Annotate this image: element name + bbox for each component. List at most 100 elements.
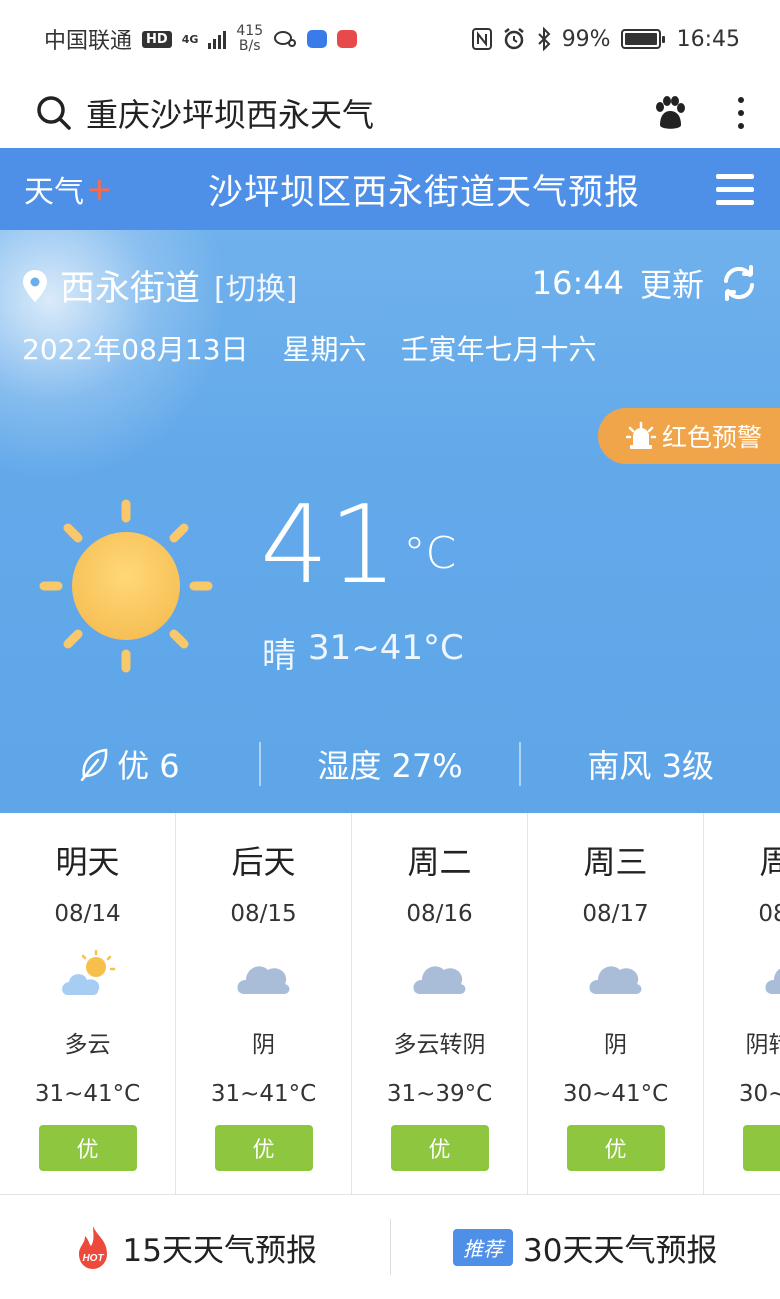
forecast-list[interactable]: 明天 08/14 多云 31~41°C 优 后天 08/15 阴 31~41°C… (0, 813, 780, 1194)
clock: 16:45 (676, 26, 740, 52)
status-left: 中国联通 HD 4G 415 B/s (44, 23, 358, 55)
chat-bubble-icon (274, 31, 297, 47)
status-bar: 中国联通 HD 4G 415 B/s 99% 16:45 (0, 0, 780, 78)
red-alert-button[interactable]: 红色预警 (598, 408, 780, 464)
nfc-icon (471, 28, 492, 50)
forecast-day: 明天 (55, 843, 120, 881)
stats-row: 优 6 湿度 27% 南风 3级 (0, 740, 780, 788)
net-speed-unit: B/s (238, 38, 261, 54)
partly-cloudy-icon (58, 945, 118, 1003)
location-pin-icon (23, 269, 47, 302)
air-quality: 优 6 (0, 741, 259, 787)
aqi-badge: 优 (566, 1125, 665, 1171)
forecast-day: 周三 (583, 843, 648, 881)
condition-row: 晴 31~41°C (262, 628, 464, 677)
siren-icon (626, 421, 656, 449)
page-header: 天气 + 沙坪坝区西永街道天气预报 (0, 148, 780, 230)
search-query[interactable]: 重庆沙坪坝西永天气 (86, 90, 652, 136)
hd-badge: HD (142, 30, 172, 48)
forecast-card[interactable]: 周二 08/16 多云转阴 31~39°C 优 (352, 813, 528, 1194)
weather-plus-logo[interactable]: 天气 + (24, 167, 144, 211)
network-type: 4G (181, 32, 199, 46)
forecast-date: 08/14 (54, 901, 121, 927)
forecast-weather: 阴 (252, 1032, 275, 1058)
forecast-15-label: 15天天气预报 (122, 1232, 317, 1269)
temperature-value: 41 (260, 483, 398, 608)
cloud-icon (762, 945, 780, 1003)
page-title: 沙坪坝区西永街道天气预报 (207, 172, 640, 213)
date-row: 2022年08月13日 星期六 壬寅年七月十六 (22, 328, 597, 368)
forecast-temp: 30~40°C (738, 1081, 780, 1107)
more-menu-icon[interactable] (738, 97, 744, 129)
book-app-icon (337, 30, 358, 48)
net-speed-value: 415 (236, 23, 264, 39)
current-weather-panel: 西永街道 [切换] 16:44 更新 2022年08月13日 星期六 壬寅年七月… (0, 230, 780, 813)
forecast-temp: 31~41°C (34, 1081, 141, 1107)
forecast-date: 08/17 (582, 901, 649, 927)
signal-icon (208, 29, 227, 49)
search-bar[interactable]: 重庆沙坪坝西永天气 (0, 78, 780, 148)
forecast-day: 周四 (759, 843, 780, 881)
refresh-icon[interactable] (720, 264, 758, 302)
forecast-30-link[interactable]: 推荐 30天天气预报 (391, 1225, 780, 1270)
bluetooth-icon (537, 27, 551, 51)
search-icon[interactable] (36, 95, 72, 131)
location-row: 西永街道 [切换] (22, 260, 297, 311)
sunny-icon (39, 499, 213, 673)
forecast-day: 后天 (231, 843, 296, 881)
cloud-icon (410, 945, 470, 1003)
forecast-30-label: 30天天气预报 (523, 1232, 718, 1269)
logo-text: 天气 (24, 175, 84, 210)
logo-plus: + (86, 170, 113, 208)
update-row: 16:44 更新 (532, 260, 758, 306)
forecast-card[interactable]: 周三 08/17 阴 30~41°C 优 (528, 813, 704, 1194)
alarm-icon (503, 28, 524, 50)
status-right: 99% 16:45 (471, 26, 740, 52)
forecast-day: 周二 (407, 843, 472, 881)
carrier-label: 中国联通 (44, 29, 133, 54)
forecast-weather: 阴 (604, 1032, 627, 1058)
forecast-weather: 多云转阴 (393, 1032, 486, 1058)
hamburger-menu-icon[interactable] (716, 173, 754, 205)
net-speed: 415 B/s (236, 24, 263, 54)
hot-badge-text: HOT (82, 1253, 104, 1264)
leaf-icon (80, 748, 108, 781)
forecast-card[interactable]: 周四 08/18 阴转多云 30~40°C 优 (704, 813, 780, 1194)
forecast-card[interactable]: 明天 08/14 多云 31~41°C 优 (0, 813, 176, 1194)
temperature-unit: °C (403, 528, 457, 579)
humidity: 湿度 27% (317, 747, 463, 785)
weekday: 星期六 (282, 333, 367, 366)
lunar-date: 壬寅年七月十六 (400, 333, 597, 366)
cloud-icon (234, 945, 294, 1003)
wind: 南风 3级 (587, 747, 714, 785)
date: 2022年08月13日 (22, 333, 249, 366)
cloud-app-icon (307, 30, 328, 48)
baidu-paw-icon[interactable] (652, 95, 688, 131)
forecast-temp: 31~41°C (210, 1081, 317, 1107)
aqi-badge: 优 (38, 1125, 137, 1171)
air-quality-value: 优 6 (117, 747, 180, 785)
forecast-card[interactable]: 后天 08/15 阴 31~41°C 优 (176, 813, 352, 1194)
forecast-date: 08/18 (758, 901, 780, 927)
condition: 晴 (262, 636, 296, 676)
forecast-temp: 31~39°C (386, 1081, 493, 1107)
update-time: 16:44 (531, 264, 624, 302)
forecast-weather: 阴转多云 (745, 1032, 780, 1058)
aqi-badge: 优 (214, 1125, 313, 1171)
alert-label: 红色预警 (662, 423, 763, 452)
update-label[interactable]: 更新 (640, 260, 704, 306)
forecast-date: 08/15 (230, 901, 297, 927)
forecast-weather: 多云 (64, 1032, 111, 1058)
temp-range: 31~41°C (308, 628, 464, 668)
hot-fire-icon: HOT (78, 1226, 107, 1269)
cloud-icon (586, 945, 646, 1003)
recommend-tag: 推荐 (453, 1228, 514, 1266)
forecast-date: 08/16 (406, 901, 473, 927)
current-temperature: 41 °C (260, 492, 456, 600)
bottom-links: HOT 15天天气预报 推荐 30天天气预报 (0, 1194, 780, 1299)
location-name: 西永街道 (60, 269, 201, 309)
forecast-temp: 30~41°C (562, 1081, 669, 1107)
switch-location-link[interactable]: [切换] (214, 264, 297, 308)
aqi-badge: 优 (390, 1125, 489, 1171)
forecast-15-link[interactable]: HOT 15天天气预报 (0, 1224, 390, 1270)
